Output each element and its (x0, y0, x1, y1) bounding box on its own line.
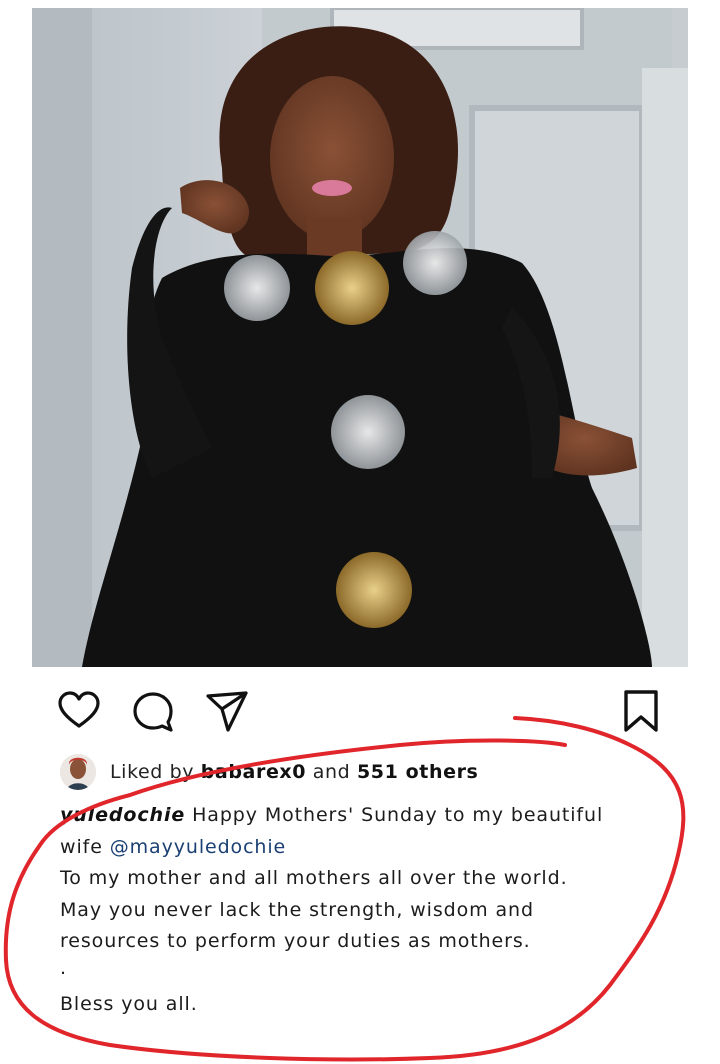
liked-by-username[interactable]: babarex0 (201, 761, 306, 783)
likes-summary[interactable]: Liked by babarex0 and 551 others (60, 754, 478, 790)
caption-line-4: May you never lack the strength, wisdom … (60, 898, 534, 921)
post-image (32, 8, 688, 667)
caption-line-7: Bless you all. (60, 993, 198, 1015)
caption-line-1: yuledochie Happy Mothers' Sunday to my b… (60, 800, 680, 832)
caption-mention-link[interactable]: @mayyuledochie (110, 836, 286, 858)
caption-line-5: resources to perform your duties as moth… (60, 930, 531, 952)
bookmark-icon[interactable] (618, 688, 664, 734)
post-photo[interactable] (32, 8, 688, 667)
caption-text-2: wife (60, 835, 103, 858)
caption-line-3: To my mother and all mothers all over th… (60, 867, 568, 889)
post-action-bar (0, 680, 720, 740)
caption-line-2: wife @mayyuledochie (60, 832, 680, 864)
post-caption: yuledochie Happy Mothers' Sunday to my b… (60, 800, 680, 1021)
caption-username[interactable]: yuledochie (60, 804, 185, 826)
caption-line-6: . (60, 956, 67, 979)
likes-text: Liked by babarex0 and 551 others (110, 761, 478, 783)
likes-others-count[interactable]: 551 others (357, 761, 479, 783)
comment-icon[interactable] (130, 688, 176, 734)
likes-prefix: Liked by (110, 761, 195, 783)
heart-icon[interactable] (56, 688, 102, 734)
likes-connector: and (312, 761, 351, 783)
avatar[interactable] (60, 754, 96, 790)
caption-text-1: Happy Mothers' Sunday to my beautiful (192, 804, 604, 826)
send-icon[interactable] (204, 688, 250, 734)
